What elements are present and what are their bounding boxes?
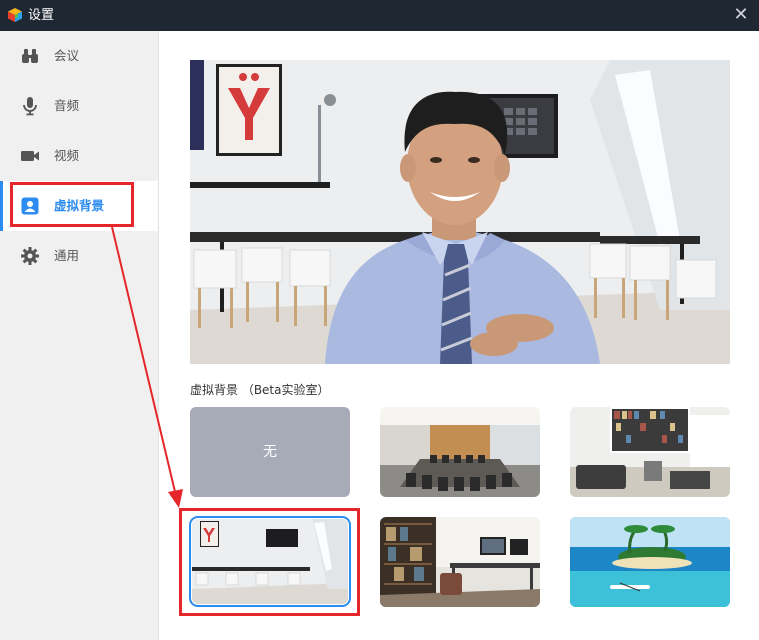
background-option-conference-room[interactable] [380,407,540,497]
settings-sidebar: 会议 音频 视频 虚拟背景 通用 [0,31,159,640]
sidebar-item-audio[interactable]: 音频 [0,81,158,131]
microphone-icon [23,97,37,116]
background-option-tropical-island[interactable] [570,517,730,607]
conference-room-image [380,407,540,497]
sidebar-item-virtual-background[interactable]: 虚拟背景 [0,181,158,231]
none-label: 无 [263,444,277,460]
title-bar: 设置 ✕ [0,0,759,31]
active-indicator [0,181,3,231]
virtual-background-section-label: 虚拟背景 （Beta实验室） [190,383,330,397]
tropical-island-image [570,517,730,607]
video-camera-icon [21,151,39,161]
sidebar-item-meeting[interactable]: 会议 [0,31,158,81]
window-title: 设置 [28,8,55,23]
sidebar-item-label: 虚拟背景 [54,198,105,213]
camera-preview [190,60,730,364]
office-poster-image [192,519,348,604]
app-logo-icon [8,8,22,22]
close-icon: ✕ [733,4,749,25]
background-option-none[interactable]: 无 [190,407,350,497]
sidebar-item-label: 会议 [54,48,80,63]
binoculars-icon [22,49,38,63]
background-option-living-room[interactable] [570,407,730,497]
background-option-office-poster[interactable] [189,516,351,607]
sidebar-item-video[interactable]: 视频 [0,131,158,181]
gear-icon [21,247,39,265]
sidebar-item-label: 视频 [54,148,80,163]
person-card-icon [21,197,39,215]
sidebar-item-label: 音频 [54,98,80,113]
preview-image [190,60,730,364]
close-button[interactable]: ✕ [729,3,753,27]
background-option-home-office[interactable] [380,517,540,607]
sidebar-item-general[interactable]: 通用 [0,231,158,281]
home-office-image [380,517,540,607]
sidebar-item-label: 通用 [54,248,80,263]
living-room-image [570,407,730,497]
